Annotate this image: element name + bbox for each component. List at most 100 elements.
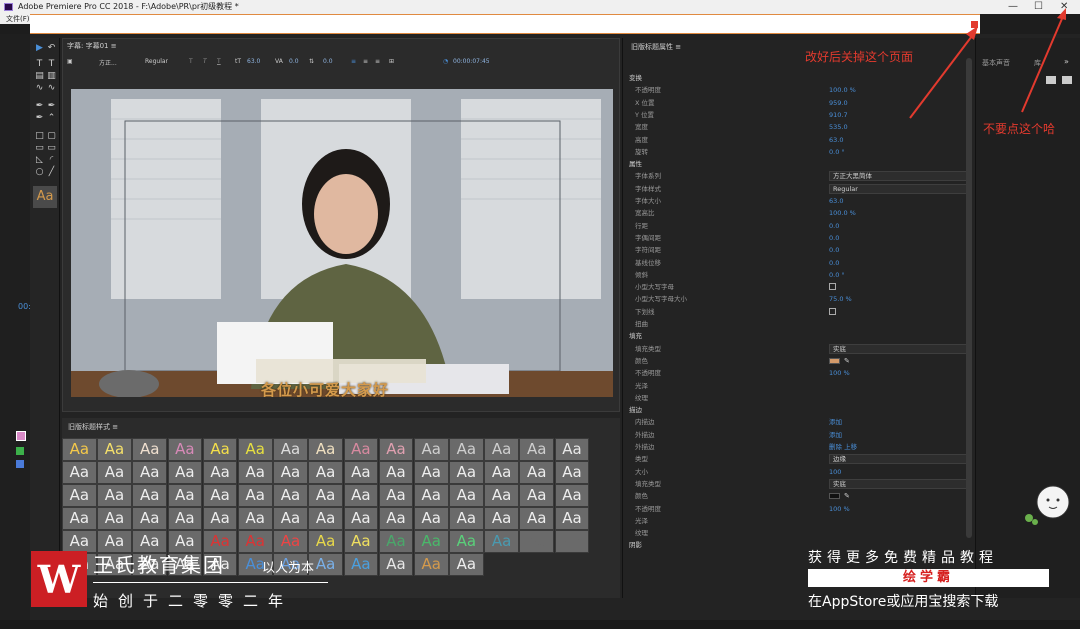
color-swatch[interactable] <box>829 357 840 364</box>
property-value[interactable]: 0.0 <box>829 257 839 269</box>
style-swatch[interactable]: Aa <box>202 484 238 507</box>
style-swatch[interactable]: Aa <box>519 461 555 484</box>
folder-icon[interactable] <box>1062 76 1072 84</box>
style-swatch[interactable]: Aa <box>273 530 308 553</box>
style-swatch[interactable]: Aa <box>484 438 519 461</box>
titler-close-icon[interactable] <box>971 21 978 28</box>
maximize-button[interactable]: ☐ <box>1034 0 1043 14</box>
selection-tool-icon[interactable]: ▶ <box>35 44 44 53</box>
property-dropdown[interactable]: Regular <box>829 183 969 194</box>
style-swatch[interactable]: Aa <box>308 461 343 484</box>
style-swatch[interactable]: Aa <box>484 530 519 553</box>
style-swatch[interactable]: Aa <box>273 507 308 530</box>
style-swatch[interactable]: Aa <box>202 507 238 530</box>
rounded-rect-tool-icon[interactable]: ▢ <box>47 132 56 141</box>
property-value[interactable]: 63.0 <box>829 195 843 207</box>
rectangle-tool-icon[interactable]: □ <box>35 132 44 141</box>
rotate-tool-icon[interactable]: ↶ <box>47 44 56 53</box>
leading-value[interactable]: 0.0 <box>323 58 333 65</box>
property-dropdown[interactable]: 实底 <box>829 343 969 354</box>
property-value[interactable]: 100.0 % <box>829 84 856 96</box>
library-tab[interactable]: 库 <box>1034 58 1041 68</box>
style-swatch[interactable]: Aa <box>308 438 343 461</box>
style-swatch[interactable]: Aa <box>413 507 449 530</box>
property-value[interactable]: 0.0 ° <box>829 269 845 281</box>
style-swatch[interactable]: Aa <box>308 484 343 507</box>
property-value[interactable]: 100 % <box>829 367 850 379</box>
style-swatch[interactable]: Aa <box>97 461 132 484</box>
property-value[interactable]: 100 <box>829 466 841 478</box>
style-swatch[interactable]: Aa <box>132 461 168 484</box>
style-swatch[interactable]: Aa <box>237 507 273 530</box>
style-swatch[interactable]: Aa <box>202 461 238 484</box>
style-swatch[interactable]: Aa <box>132 484 168 507</box>
style-swatch[interactable]: Aa <box>449 461 484 484</box>
style-swatch[interactable]: Aa <box>97 484 132 507</box>
style-swatch[interactable]: Aa <box>273 438 308 461</box>
style-swatch[interactable]: Aa <box>449 438 484 461</box>
essential-sound-tab[interactable]: 基本声音 <box>982 58 1010 68</box>
property-checkbox[interactable] <box>829 307 836 315</box>
property-value[interactable]: 535.0 <box>829 121 848 133</box>
style-swatch[interactable]: Aa <box>519 484 555 507</box>
style-swatch[interactable]: Aa <box>97 438 132 461</box>
vertical-area-type-tool-icon[interactable]: ▥ <box>47 72 56 81</box>
style-swatch[interactable]: Aa <box>449 530 484 553</box>
style-swatch[interactable]: Aa <box>554 461 590 484</box>
properties-scrollbar[interactable] <box>966 58 972 538</box>
eyedropper-icon[interactable]: ✎ <box>844 490 850 502</box>
style-swatch[interactable]: Aa <box>237 438 273 461</box>
line-tool-icon[interactable]: ╱ <box>47 168 56 177</box>
ellipse-tool-icon[interactable]: ○ <box>35 168 44 177</box>
style-swatch[interactable]: Aa <box>378 461 414 484</box>
bold-icon[interactable]: T <box>189 58 193 65</box>
style-swatch[interactable]: Aa <box>554 530 590 553</box>
style-swatch[interactable]: Aa <box>413 530 449 553</box>
style-swatch[interactable]: Aa <box>343 507 379 530</box>
style-swatch[interactable]: Aa <box>519 438 555 461</box>
property-value[interactable]: 添加 <box>829 416 842 428</box>
style-swatch[interactable]: Aa <box>413 438 449 461</box>
italic-icon[interactable]: T <box>203 58 207 65</box>
property-value[interactable]: 63.0 <box>829 134 843 146</box>
align-left-icon[interactable]: ≡ <box>351 58 356 65</box>
style-swatch[interactable]: Aa <box>167 507 203 530</box>
panel-overflow-icon[interactable]: » <box>1064 57 1069 66</box>
property-value[interactable]: 删除 上移 <box>829 441 857 453</box>
arc-tool-icon[interactable]: ◜ <box>47 156 56 165</box>
style-swatch[interactable]: Aa <box>343 438 379 461</box>
delete-anchor-tool-icon[interactable]: ✒ <box>47 102 56 111</box>
style-swatch[interactable]: Aa <box>167 484 203 507</box>
style-swatch[interactable]: Aa <box>484 461 519 484</box>
property-value[interactable]: 0.0 <box>829 220 839 232</box>
style-swatch[interactable]: Aa <box>62 530 97 553</box>
type-tool-icon[interactable]: T <box>35 60 44 69</box>
new-title-icon[interactable]: ▣ <box>67 58 73 65</box>
property-value[interactable]: 100.0 % <box>829 207 856 219</box>
style-swatch[interactable]: Aa <box>378 553 414 576</box>
kerning-value[interactable]: 0.0 <box>289 58 299 65</box>
style-swatch[interactable]: Aa <box>554 507 590 530</box>
style-swatch[interactable]: Aa <box>554 484 590 507</box>
sound-icon[interactable] <box>1046 76 1056 84</box>
style-swatch[interactable]: Aa <box>202 438 238 461</box>
menu-file[interactable]: 文件(F) <box>6 15 30 23</box>
add-anchor-tool-icon[interactable]: ✒ <box>35 114 44 123</box>
property-value[interactable]: 959.0 <box>829 97 848 109</box>
eyedropper-icon[interactable]: ✎ <box>844 355 850 367</box>
property-dropdown[interactable]: 方正大黑简体 <box>829 171 969 182</box>
property-dropdown[interactable]: 实底 <box>829 478 969 489</box>
pen-tool-icon[interactable]: ✒ <box>35 102 44 111</box>
style-swatch[interactable]: Aa <box>449 484 484 507</box>
style-swatch[interactable]: Aa <box>449 507 484 530</box>
style-swatch[interactable]: Aa <box>237 461 273 484</box>
property-value[interactable]: 75.0 % <box>829 293 852 305</box>
path-type-tool-icon[interactable]: ∿ <box>35 84 44 93</box>
style-swatch[interactable]: Aa <box>167 438 203 461</box>
style-swatch[interactable]: Aa <box>237 484 273 507</box>
convert-anchor-tool-icon[interactable]: ⌃ <box>47 114 56 123</box>
style-swatch[interactable]: Aa <box>449 553 484 576</box>
style-swatch[interactable]: Aa <box>343 461 379 484</box>
tab-stops-icon[interactable]: ⊞ <box>389 58 394 65</box>
style-swatch[interactable]: Aa <box>97 507 132 530</box>
